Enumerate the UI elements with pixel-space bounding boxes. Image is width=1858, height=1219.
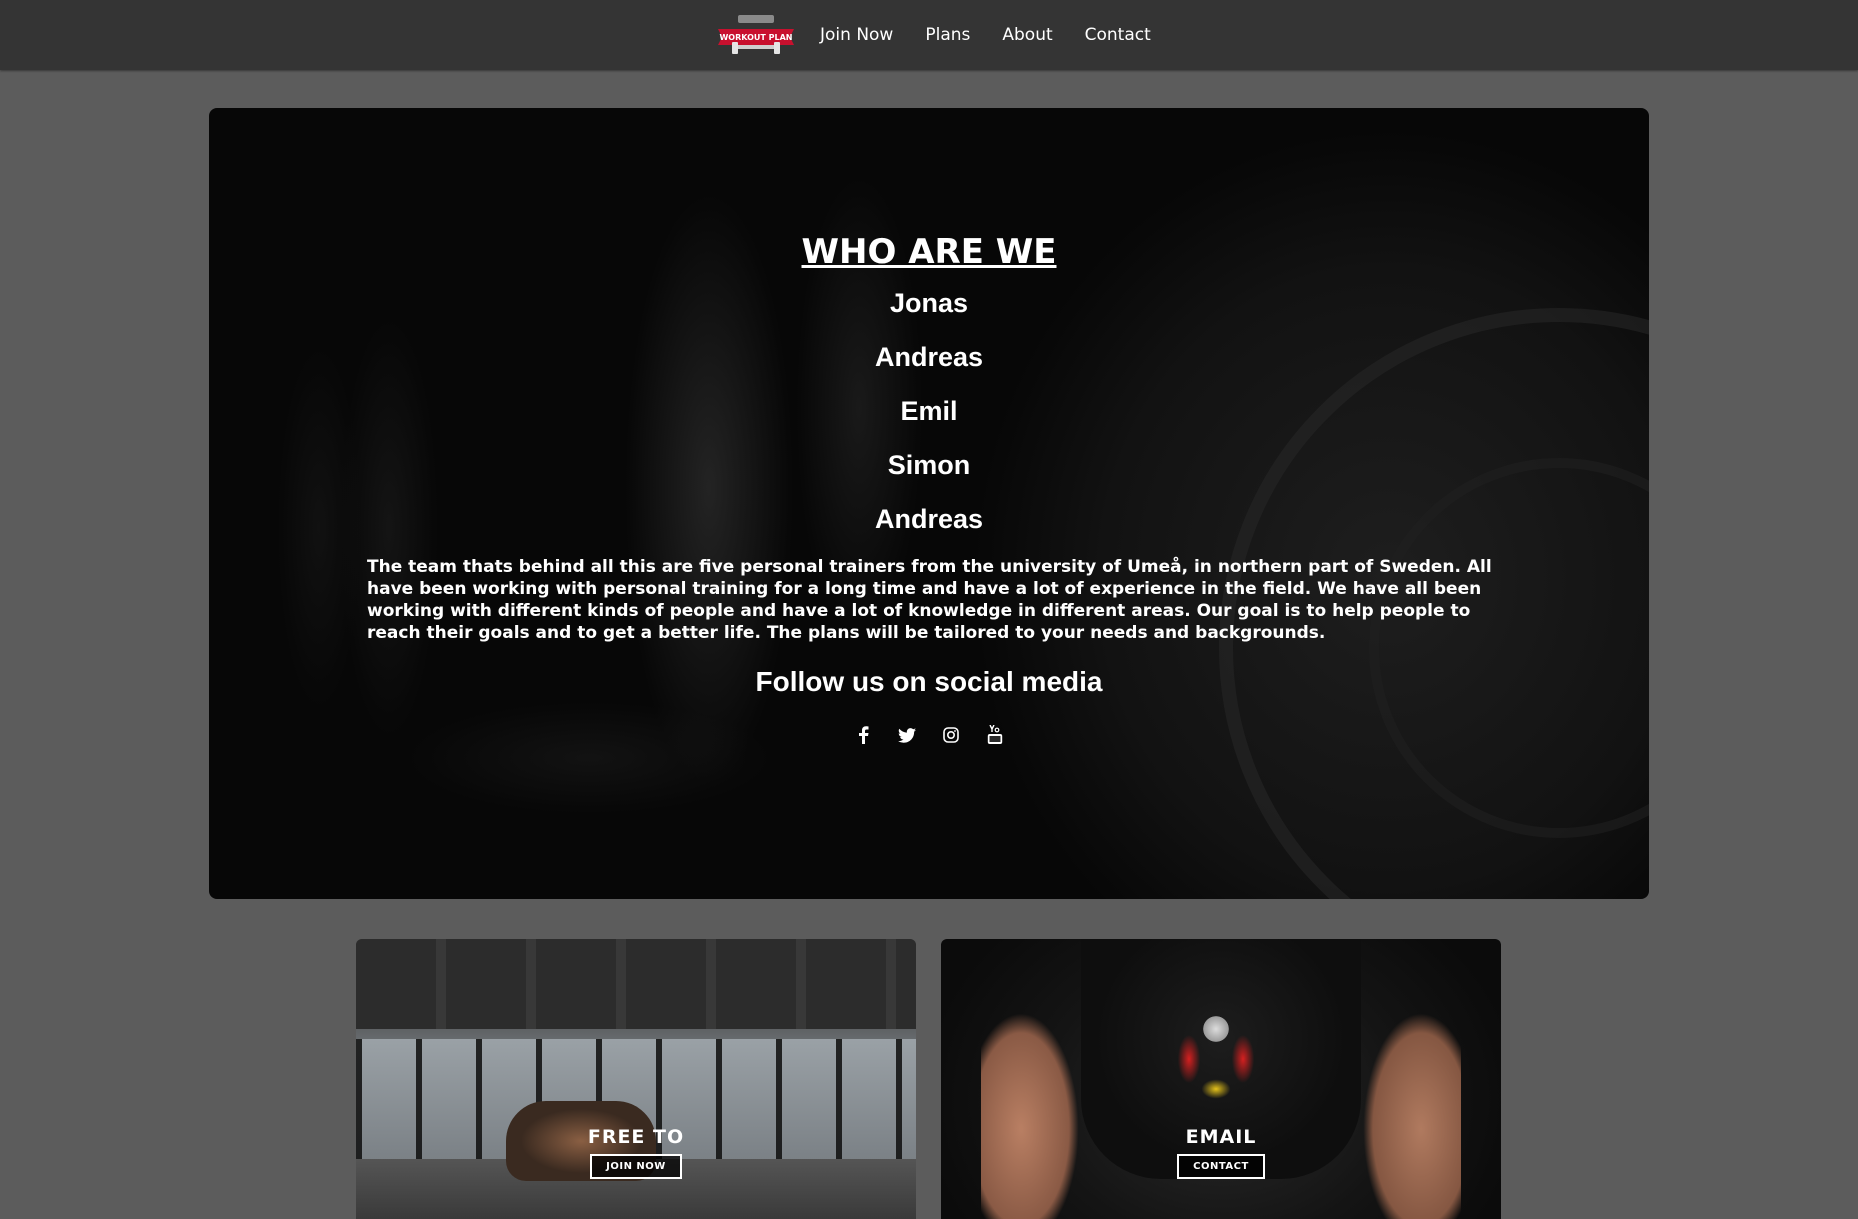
team-description: The team thats behind all this are five … bbox=[367, 557, 1492, 643]
facebook-icon[interactable] bbox=[852, 724, 874, 746]
svg-text:WORKOUT PLAN: WORKOUT PLAN bbox=[719, 33, 792, 42]
contact-card-title: EMAIL bbox=[1185, 1126, 1257, 1148]
nav-plans[interactable]: Plans bbox=[925, 25, 970, 45]
page-title: WHO ARE WE bbox=[801, 232, 1057, 272]
social-links bbox=[209, 724, 1649, 746]
nav-menu: WORKOUT PLAN Join Now Plans About Contac… bbox=[716, 10, 1183, 60]
navbar: WORKOUT PLAN Join Now Plans About Contac… bbox=[0, 0, 1858, 70]
team-member: Jonas bbox=[889, 288, 969, 318]
team-members-list: Jonas Andreas Emil Simon Andreas bbox=[209, 288, 1649, 558]
instagram-icon[interactable] bbox=[940, 724, 962, 746]
join-card-caption: FREE TO JOIN NOW bbox=[356, 1126, 916, 1179]
twitter-icon[interactable] bbox=[896, 724, 918, 746]
team-member: Emil bbox=[900, 396, 958, 426]
shirt-logo-image bbox=[1171, 999, 1261, 1109]
gym-ceiling-image bbox=[356, 939, 916, 1029]
contact-button[interactable]: CONTACT bbox=[1177, 1154, 1265, 1179]
youtube-icon[interactable] bbox=[984, 724, 1006, 746]
join-card-title: FREE TO bbox=[587, 1126, 685, 1148]
join-now-button[interactable]: JOIN NOW bbox=[590, 1154, 682, 1179]
nav-join-now[interactable]: Join Now bbox=[820, 25, 893, 45]
follow-heading: Follow us on social media bbox=[755, 666, 1103, 697]
nav-contact[interactable]: Contact bbox=[1085, 25, 1151, 45]
about-hero: WHO ARE WE Jonas Andreas Emil Simon Andr… bbox=[209, 108, 1649, 899]
hero-content: WHO ARE WE Jonas Andreas Emil Simon Andr… bbox=[209, 108, 1649, 899]
contact-card: EMAIL CONTACT bbox=[941, 939, 1501, 1219]
workout-plan-logo[interactable]: WORKOUT PLAN bbox=[716, 15, 796, 55]
nav-about[interactable]: About bbox=[1002, 25, 1052, 45]
join-card: FREE TO JOIN NOW bbox=[356, 939, 916, 1219]
team-member: Andreas bbox=[874, 504, 984, 534]
contact-card-caption: EMAIL CONTACT bbox=[941, 1126, 1501, 1179]
team-member: Andreas bbox=[874, 342, 984, 372]
team-member: Simon bbox=[887, 450, 971, 480]
